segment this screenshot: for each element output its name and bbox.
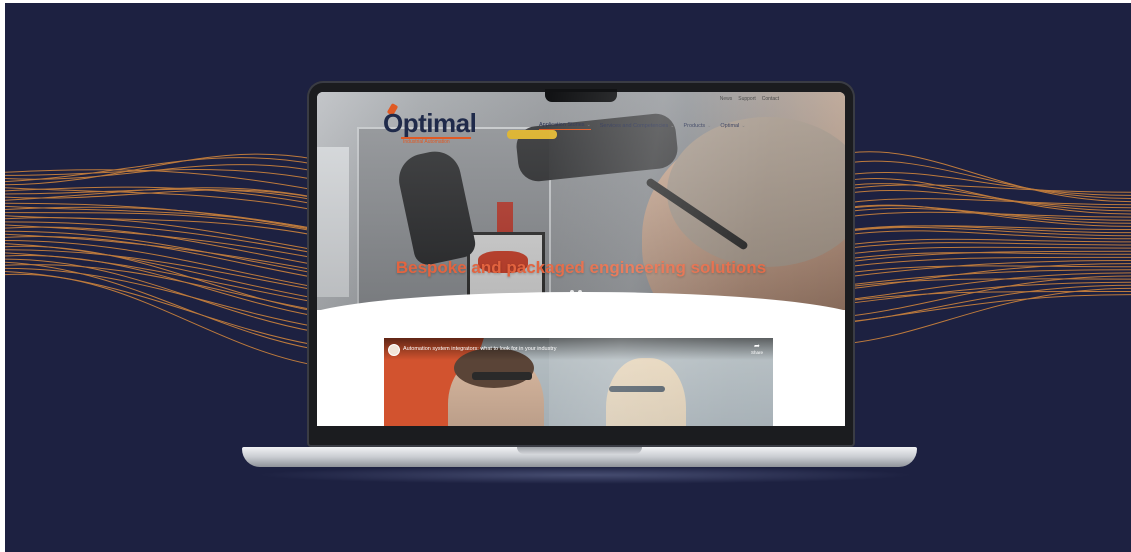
nav-item-application-stories[interactable]: Application Stories ⌄ [539,122,591,130]
laptop-base [242,447,917,467]
wire-strand [5,230,316,274]
video-person-1-glasses [472,372,532,380]
nav-label: Optimal [720,123,740,129]
embedded-video[interactable]: Automation system integrators: what to l… [384,338,773,426]
wire-strand [849,184,1131,193]
chevron-down-icon: ⌄ [670,123,675,129]
main-nav: Application Stories ⌄ Services and Compe… [539,122,746,130]
top-link-news[interactable]: News [720,96,733,102]
site-logo[interactable]: Optimal Industrial Automation [383,102,503,148]
video-title-bar: Automation system integrators: what to l… [384,338,773,360]
wire-strand [849,263,1131,290]
carousel-dot[interactable] [578,290,582,294]
wire-strand [5,164,316,180]
nav-label: Services and Competencies [599,123,669,129]
wire-strand [5,273,316,366]
nav-item-products[interactable]: Products ⌄ [683,122,711,130]
nav-item-optimal[interactable]: Optimal ⌄ [720,122,745,130]
share-label: Share [750,350,763,355]
share-button[interactable]: ➦ Share [751,343,763,355]
banner-background: Optimal Industrial Automation News Suppo… [5,3,1131,552]
carousel-dots[interactable] [570,290,582,294]
laptop-opening-groove [517,447,642,454]
nav-item-services[interactable]: Services and Competencies ⌄ [600,122,675,130]
nav-label: Application Stories [539,122,585,128]
wire-strand [849,207,1131,221]
wire-strand [849,238,1131,245]
wire-strand [5,243,316,299]
top-link-contact[interactable]: Contact [762,96,779,102]
chevron-down-icon: ⌄ [741,123,746,129]
website-screen: Optimal Industrial Automation News Suppo… [317,92,845,426]
logo-tagline: Industrial Automation [403,139,450,145]
laptop-shadow [255,466,915,484]
chevron-down-icon: ⌄ [707,123,712,129]
share-arrow-icon: ➦ [754,343,760,350]
wire-strand [5,221,316,254]
carousel-dot[interactable] [570,290,574,294]
wire-strand [849,284,1131,323]
channel-avatar[interactable] [388,344,400,356]
logo-wordmark: Optimal [383,108,477,138]
video-person-2 [606,358,686,426]
nav-label: Products [683,123,706,129]
top-link-support[interactable]: Support [738,96,756,102]
utility-nav: News Support Contact [720,96,779,102]
laptop-lid: Optimal Industrial Automation News Suppo… [307,81,855,447]
chevron-down-icon: ⌄ [586,122,591,128]
hero-headline: Bespoke and packaged engineering solutio… [395,258,767,277]
wire-strand [849,160,1131,199]
camera-notch [545,89,617,102]
video-person-2-glasses [609,386,665,392]
wire-strand [849,281,1131,304]
video-title[interactable]: Automation system integrators: what to l… [403,346,556,352]
wire-strand [849,256,1131,267]
wire-strand [849,290,1131,301]
